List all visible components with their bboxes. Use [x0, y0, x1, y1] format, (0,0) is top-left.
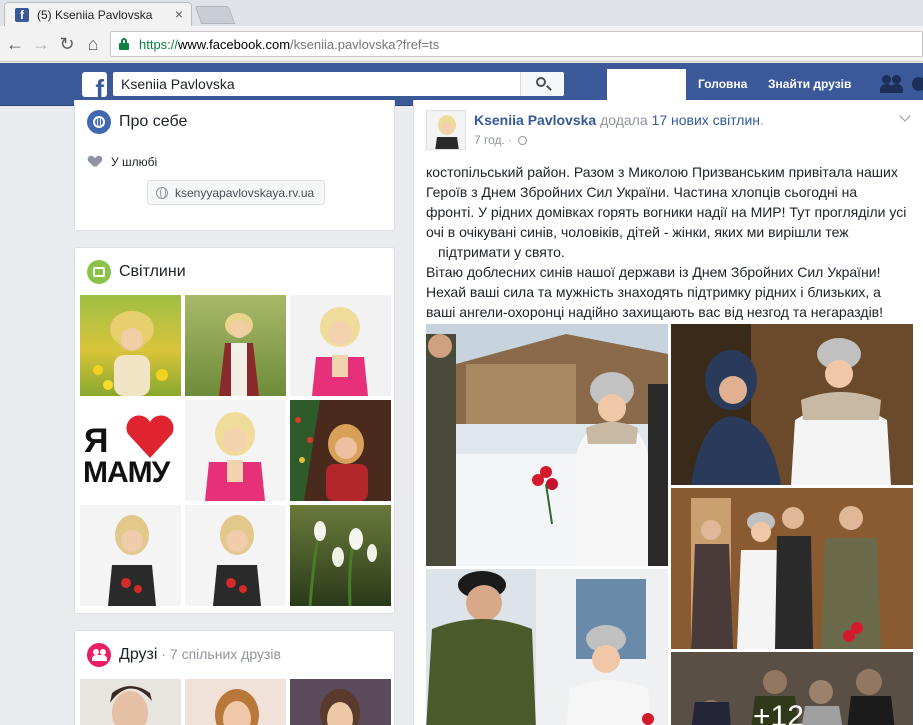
facebook-logo-icon[interactable]: f [82, 72, 107, 97]
friend-thumb[interactable] [80, 679, 181, 725]
photo-thumb[interactable]: Я МАМУ [80, 400, 181, 501]
browser-tab-bar: f (5) Kseniia Pavlovska × [0, 0, 923, 26]
tab-title: (5) Kseniia Pavlovska [37, 8, 153, 22]
photo-thumb[interactable] [185, 505, 286, 606]
friend-thumbs [80, 679, 391, 725]
photo-thumb[interactable] [290, 505, 391, 606]
nav-home-link[interactable]: Головна [698, 77, 747, 91]
post-photo[interactable] [426, 324, 668, 566]
website-link[interactable]: ksenyyapavlovskaya.rv.ua [147, 180, 325, 205]
post-text-line: Вітаю доблесних синів нашої держави із Д… [426, 264, 881, 280]
post-photo[interactable] [671, 488, 913, 649]
post-text-line: Героїв з Днем Збройних Сил України. Част… [426, 184, 858, 200]
reload-icon[interactable]: ↻ [56, 33, 78, 55]
profile-link[interactable] [607, 69, 686, 101]
new-tab-button[interactable] [194, 6, 236, 24]
photos-card: Світлини Я МАМУ [74, 247, 395, 614]
author-name-link[interactable]: Kseniia Pavlovska [474, 112, 596, 128]
post-text-line: костопільський район. Разом з Миколою Пр… [426, 164, 898, 180]
heart-icon [89, 156, 101, 167]
forward-icon[interactable]: → [30, 33, 52, 55]
mutual-friends-count[interactable]: · 7 спільних друзів [157, 646, 281, 662]
url-text: https://www.facebook.com/kseniia.pavlovs… [139, 37, 440, 52]
photo-grid: Я МАМУ [80, 295, 391, 606]
post-text-line: фронті. У рідних домівках горять вогники… [426, 204, 907, 220]
relationship-status: У шлюбі [111, 155, 158, 169]
about-card: Про себе У шлюбі ksenyyapavlovskaya.rv.u… [74, 100, 395, 231]
public-audience-icon[interactable] [517, 136, 527, 145]
photo-thumb[interactable] [80, 505, 181, 606]
post-photo[interactable] [671, 324, 913, 485]
close-icon[interactable]: × [175, 6, 183, 22]
photos-title[interactable]: Світлини [119, 263, 186, 281]
globe-icon [87, 110, 111, 134]
browser-toolbar: ← → ↻ ⌂ https://www.facebook.com/kseniia… [0, 26, 923, 62]
photo-thumb[interactable] [185, 295, 286, 396]
photo-thumb[interactable] [185, 400, 286, 501]
about-title[interactable]: Про себе [119, 113, 187, 131]
photo-icon [87, 260, 111, 284]
friends-title-label[interactable]: Друзі [119, 646, 157, 663]
friend-requests-icon[interactable] [880, 75, 904, 93]
search-input[interactable] [113, 72, 523, 96]
photo-thumb[interactable] [290, 400, 391, 501]
post-text-line: ваші ангели-охоронці надійно захищають в… [426, 304, 884, 320]
back-icon[interactable]: ← [4, 33, 26, 55]
more-photos-count: +12 [753, 700, 804, 725]
post-text: костопільський район. Разом з Миколою Пр… [426, 162, 916, 322]
post-photo-more[interactable]: +12 [671, 652, 913, 725]
chevron-down-icon[interactable] [899, 110, 911, 122]
friends-card: Друзі · 7 спільних друзів [74, 630, 395, 725]
post-text-line: підтримати у свято. [438, 244, 565, 260]
search-icon [536, 77, 546, 87]
friend-thumb[interactable] [290, 679, 391, 725]
post-header: Kseniia Pavlovska додала 17 нових світли… [474, 112, 764, 128]
messages-icon[interactable] [912, 77, 923, 91]
browser-tab[interactable]: f (5) Kseniia Pavlovska × [4, 2, 192, 26]
friends-title: Друзі · 7 спільних друзів [119, 646, 281, 664]
post-timestamp[interactable]: 7 год. · [474, 133, 516, 147]
friend-thumb[interactable] [185, 679, 286, 725]
post-meta: 7 год. · [474, 133, 527, 147]
address-bar[interactable]: https://www.facebook.com/kseniia.pavlovs… [110, 31, 923, 57]
post-text-line: очі в очікувані синів, чоловіків, дітей … [426, 224, 849, 240]
post-photo[interactable] [426, 569, 668, 725]
nav-find-friends-link[interactable]: Знайти друзів [768, 77, 851, 91]
author-avatar[interactable] [426, 110, 466, 150]
timeline-post: Kseniia Pavlovska додала 17 нових світли… [413, 100, 923, 725]
lock-icon [119, 38, 129, 50]
search-button[interactable] [520, 72, 564, 96]
post-action-text: додала [596, 112, 652, 128]
photo-thumb[interactable] [290, 295, 391, 396]
facebook-favicon-icon: f [15, 8, 29, 22]
photo-count-link[interactable]: 17 нових світлин [652, 112, 761, 128]
search-box [113, 72, 564, 96]
home-icon[interactable]: ⌂ [82, 33, 104, 55]
post-period: . [760, 112, 764, 128]
friends-icon [87, 643, 111, 667]
post-text-line: Нехай ваші сила та мужність знаходять пі… [426, 284, 881, 300]
photo-thumb[interactable] [80, 295, 181, 396]
globe-icon [156, 187, 168, 199]
